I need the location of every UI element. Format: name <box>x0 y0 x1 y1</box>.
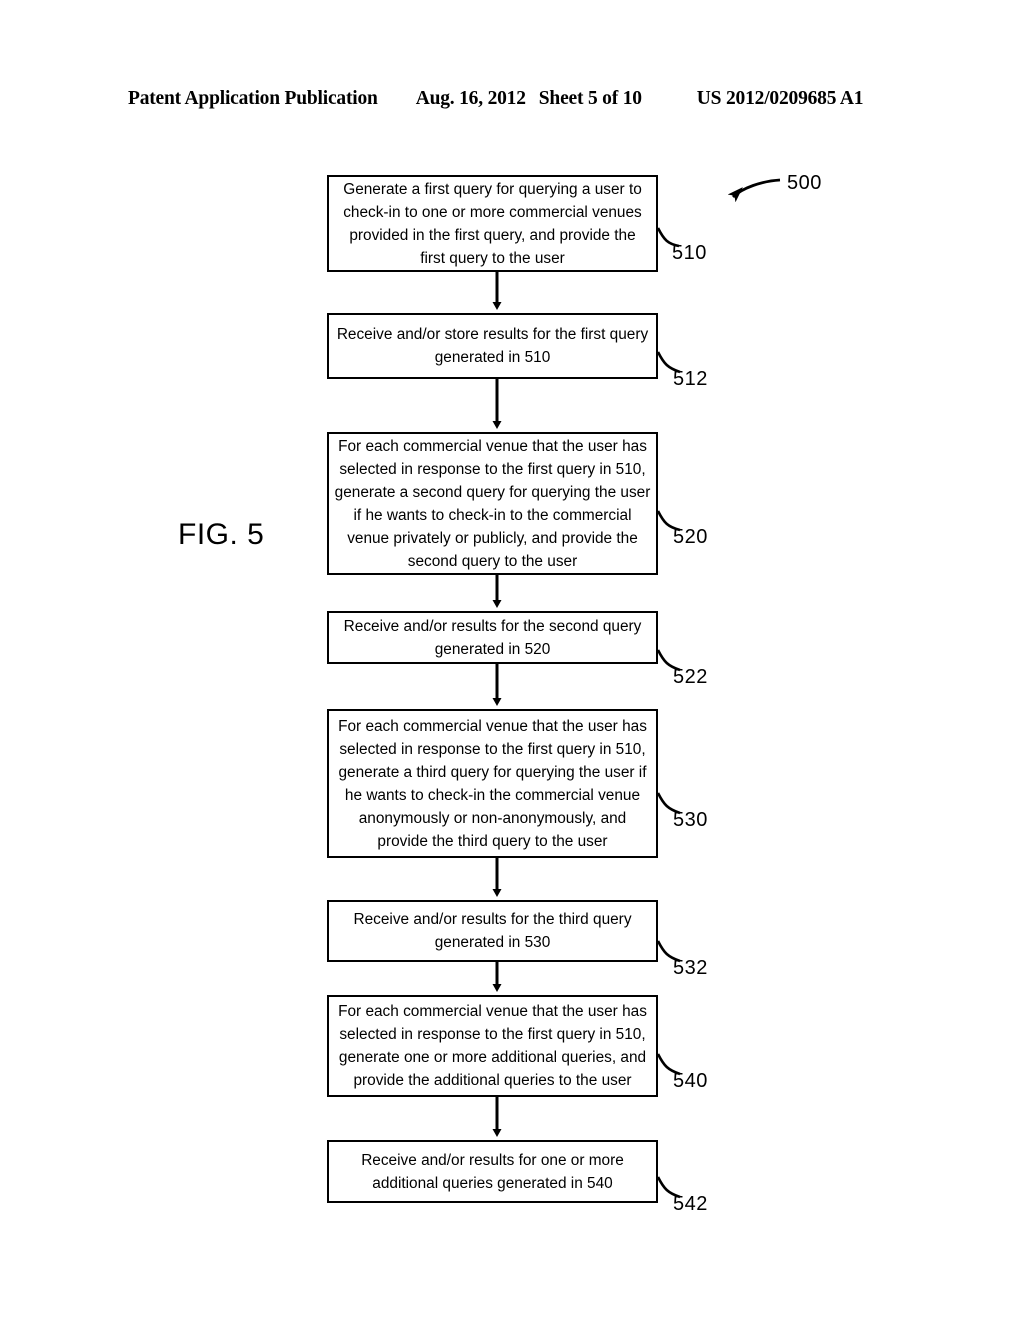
flow-step-542: Receive and/or results for one or more a… <box>327 1140 658 1203</box>
step-text-line: For each commercial venue that the user … <box>338 717 647 735</box>
step-reference-540: 540 <box>673 1070 708 1092</box>
figure-label: FIG. 5 <box>178 518 265 551</box>
publication-label: Patent Application Publication <box>128 88 378 109</box>
step-text-line: generated in 510 <box>434 349 551 366</box>
flow-step-512: Receive and/or store results for the fir… <box>327 313 658 379</box>
step-reference-510: 510 <box>672 242 707 264</box>
step-text-line: For each commercial venue that the user … <box>338 1003 647 1020</box>
step-text-line: Receive and/or results for the third que… <box>353 911 632 928</box>
step-reference-520: 520 <box>673 526 708 548</box>
step-text-line: generated in 530 <box>434 934 551 951</box>
step-text-line: Generate a first query for querying a us… <box>343 180 642 198</box>
step-text-line: first query to the user <box>420 249 565 267</box>
patent-page-header: Patent Application Publication Aug. 16, … <box>128 88 888 114</box>
step-text-line: For each commercial venue that the user … <box>338 437 647 455</box>
step-reference-522: 522 <box>673 666 708 688</box>
diagram-reference-500: 500 <box>787 172 822 194</box>
publication-date: Aug. 16, 2012 <box>415 88 526 109</box>
step-text-line: generate one or more additional queries,… <box>338 1049 647 1066</box>
step-text-line: venue privately or publicly, and provide… <box>347 529 638 547</box>
flow-step-522: Receive and/or results for the second qu… <box>327 611 658 664</box>
flow-step-532: Receive and/or results for the third que… <box>327 900 658 962</box>
step-text-line: provide the third query to the user <box>377 832 608 850</box>
step-reference-530: 530 <box>673 809 708 831</box>
step-text-line: anonymously or non-anonymously, and <box>358 809 627 827</box>
step-text-line: second query to the user <box>407 552 578 570</box>
step-text-line: provide the additional queries to the us… <box>353 1072 632 1089</box>
flow-step-540: For each commercial venue that the user … <box>327 995 658 1097</box>
flow-step-520: For each commercial venue that the user … <box>327 432 658 575</box>
step-text-line: selected in response to the first query … <box>339 1026 646 1043</box>
step-text-line: additional queries generated in 540 <box>372 1174 613 1192</box>
step-text-line: provided in the first query, and provide… <box>349 226 636 244</box>
flow-step-530: For each commercial venue that the user … <box>327 709 658 858</box>
step-reference-532: 532 <box>673 957 708 979</box>
step-text-line: Receive and/or results for one or more <box>361 1151 624 1169</box>
step-text-line: generated in 520 <box>434 640 551 658</box>
step-text-line: selected in response to the first query … <box>339 460 646 478</box>
flow-step-510: Generate a first query for querying a us… <box>327 175 658 272</box>
step-text-line: Receive and/or store results for the fir… <box>336 326 649 343</box>
step-text-line: check-in to one or more commercial venue… <box>343 203 642 221</box>
sheet-number: Sheet 5 of 10 <box>538 88 642 109</box>
step-text-line: generate a third query for querying the … <box>338 763 647 781</box>
step-text-line: Receive and/or results for the second qu… <box>343 617 642 635</box>
step-text-line: he wants to check-in the commercial venu… <box>344 786 641 804</box>
step-text-line: if he wants to check-in to the commercia… <box>353 506 632 524</box>
patent-number: US 2012/0209685 A1 <box>696 88 864 109</box>
step-reference-512: 512 <box>673 368 708 390</box>
step-text-line: selected in response to the first query … <box>339 740 646 758</box>
step-reference-542: 542 <box>673 1193 708 1215</box>
step-text-line: generate a second query for querying the… <box>334 483 651 501</box>
